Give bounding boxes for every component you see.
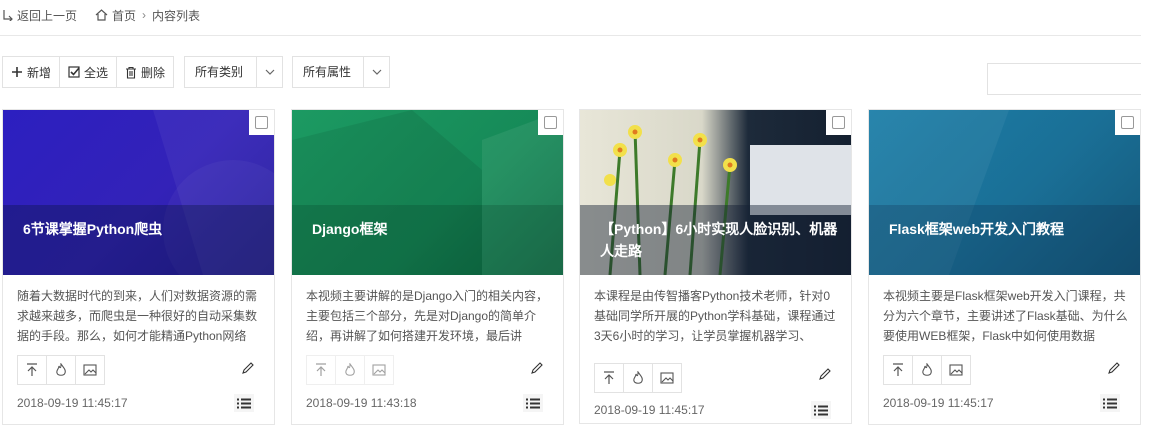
card-date: 2018-09-19 11:45:17 (17, 396, 128, 410)
breadcrumb-current: 内容列表 (152, 8, 201, 23)
flame-icon (922, 363, 932, 376)
search-input[interactable] (988, 64, 1154, 94)
card-actions (306, 355, 394, 385)
image-button[interactable] (75, 355, 105, 385)
card-title[interactable]: Flask框架web开发入门教程 (889, 218, 1129, 240)
edit-button[interactable] (530, 362, 543, 378)
card-title[interactable]: 【Python】6小时实现人脸识别、机器人走路 (600, 218, 840, 262)
list-menu-button[interactable] (523, 394, 543, 412)
hot-button[interactable] (335, 355, 365, 385)
card-actions (883, 355, 971, 385)
upload-top-icon (316, 363, 326, 376)
image-icon (83, 364, 97, 376)
list-icon (526, 398, 540, 408)
image-icon (660, 372, 674, 384)
attribute-select[interactable]: 所有属性 (292, 56, 391, 88)
title-overlay (3, 205, 274, 275)
return-arrow-icon (3, 10, 13, 21)
category-select-value: 所有类别 (195, 65, 244, 79)
top-button[interactable] (594, 363, 624, 393)
add-button[interactable]: 新增 (2, 56, 61, 88)
card-description: 本视频主要是Flask框架web开发入门课程，共分为六个章节，主要讲述了Flas… (883, 289, 1128, 343)
checkbox-checked-icon (68, 66, 80, 78)
title-overlay (292, 205, 563, 275)
card-description: 本视频主要讲解的是Django入门的相关内容，主要包括三个部分，先是对Djang… (306, 289, 549, 343)
top-button[interactable] (883, 355, 913, 385)
pencil-icon (819, 368, 831, 380)
back-link[interactable]: 返回上一页 (2, 7, 77, 24)
flame-icon (56, 363, 66, 376)
card-date: 2018-09-19 11:43:18 (306, 396, 417, 410)
home-link[interactable]: 首页 (95, 7, 136, 24)
upload-top-icon (27, 363, 37, 376)
image-icon (372, 364, 386, 376)
card-title[interactable]: 6节课掌握Python爬虫 (23, 218, 263, 240)
category-select[interactable]: 所有类别 (184, 56, 284, 88)
content-card[interactable]: Django框架 本视频主要讲解的是Django入门的相关内容，主要包括三个部分… (291, 109, 564, 425)
hot-button[interactable] (912, 355, 942, 385)
chevron-right-icon: › (142, 8, 147, 22)
breadcrumb: 返回上一页 首页 › 内容列表 (2, 7, 200, 23)
toolbar: 新增 全选 删除 所有类别 所有属性 (2, 56, 391, 88)
pencil-icon (1108, 362, 1120, 374)
home-icon (95, 9, 108, 21)
add-button-label: 新增 (27, 65, 52, 80)
chevron-down-icon (363, 57, 389, 87)
card-title[interactable]: Django框架 (312, 218, 552, 240)
image-button[interactable] (364, 355, 394, 385)
delete-button[interactable]: 删除 (116, 56, 175, 88)
select-all-button[interactable]: 全选 (59, 56, 118, 88)
hot-button[interactable] (623, 363, 653, 393)
card-description: 本课程是由传智播客Python技术老师，针对0基础同学所开展的Python学科基… (594, 289, 836, 343)
plus-icon (12, 67, 22, 77)
list-menu-button[interactable] (234, 394, 254, 412)
card-checkbox[interactable] (826, 110, 851, 135)
list-menu-button[interactable] (811, 401, 831, 419)
hot-button[interactable] (46, 355, 76, 385)
edit-button[interactable] (1107, 362, 1120, 378)
list-menu-button[interactable] (1100, 394, 1120, 412)
card-checkbox[interactable] (538, 110, 563, 135)
upload-top-icon (604, 371, 614, 384)
list-icon (1103, 398, 1117, 408)
list-icon (237, 398, 251, 408)
pencil-icon (242, 362, 254, 374)
edit-button[interactable] (818, 368, 831, 384)
content-card[interactable]: 【Python】6小时实现人脸识别、机器人走路 本课程是由传智播客Python技… (579, 109, 852, 424)
image-button[interactable] (652, 363, 682, 393)
card-description: 随着大数据时代的到来，人们对数据资源的需求越来越多，而爬虫是一种很好的自动采集数… (17, 289, 258, 343)
chevron-down-icon (256, 57, 282, 87)
title-overlay (869, 205, 1140, 275)
list-icon (814, 405, 828, 415)
select-all-label: 全选 (84, 65, 109, 80)
content-card[interactable]: Flask框架web开发入门教程 本视频主要是Flask框架web开发入门课程，… (868, 109, 1141, 425)
home-link-label: 首页 (112, 8, 137, 23)
content-card[interactable]: 6节课掌握Python爬虫 随着大数据时代的到来，人们对数据资源的需求越来越多，… (2, 109, 275, 425)
image-icon (949, 364, 963, 376)
upload-top-icon (893, 363, 903, 376)
top-button[interactable] (17, 355, 47, 385)
card-actions (594, 363, 682, 393)
card-checkbox[interactable] (1115, 110, 1140, 135)
delete-button-label: 删除 (141, 65, 166, 80)
attribute-select-value: 所有属性 (303, 65, 352, 79)
image-button[interactable] (941, 355, 971, 385)
top-button[interactable] (306, 355, 336, 385)
card-checkbox[interactable] (249, 110, 274, 135)
card-date: 2018-09-19 11:45:17 (883, 396, 994, 410)
header-divider (0, 35, 1141, 36)
edit-button[interactable] (241, 362, 254, 378)
card-date: 2018-09-19 11:45:17 (594, 403, 705, 417)
back-link-label: 返回上一页 (17, 8, 78, 23)
pencil-icon (531, 362, 543, 374)
flame-icon (345, 363, 355, 376)
search-box (987, 63, 1154, 95)
trash-icon (126, 66, 137, 79)
flame-icon (633, 371, 643, 384)
card-actions (17, 355, 105, 385)
